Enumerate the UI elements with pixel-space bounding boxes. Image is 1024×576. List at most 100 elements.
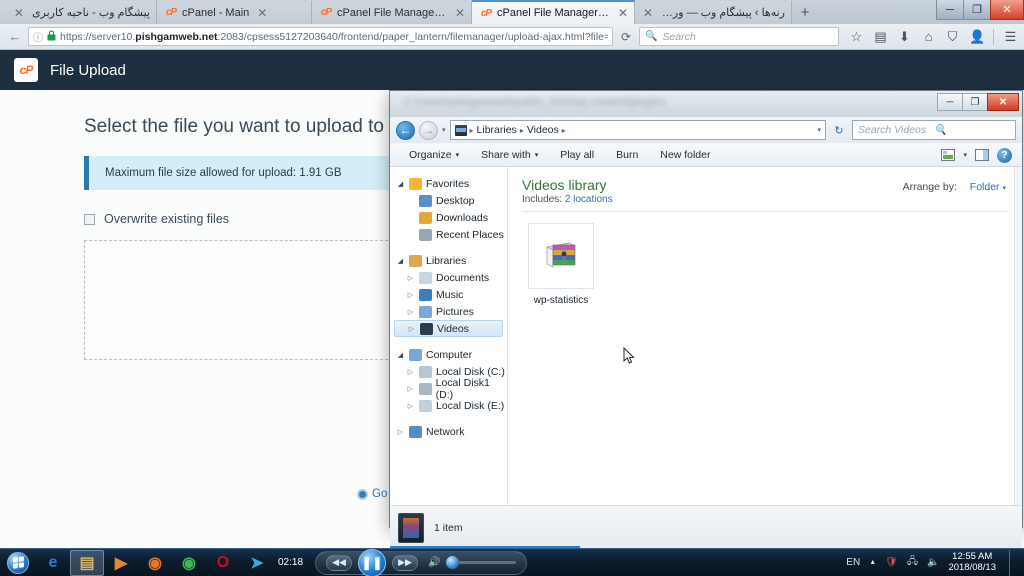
forward-button[interactable]: → (419, 120, 438, 140)
taskbar-media-player-icon[interactable]: ▶ (104, 550, 138, 576)
tree-item-network[interactable]: ▷ Network (394, 423, 507, 440)
taskbar-internet-explorer-icon[interactable]: e (36, 550, 70, 576)
library-icon[interactable]: ▤ (873, 29, 888, 45)
includes-locations-link[interactable]: 2 locations (565, 194, 613, 205)
taskbar-opera-icon[interactable]: O (206, 550, 240, 576)
new-folder-button[interactable]: New folder (649, 145, 721, 165)
tab-close-icon[interactable]: ✕ (618, 7, 628, 19)
explorer-search-box[interactable]: Search Videos 🔍 (852, 120, 1016, 140)
browser-tab-0[interactable]: پیشگام وب - ناحیه کاربری ✕ (0, 1, 157, 24)
file-list-item[interactable]: wp-statistics (528, 223, 594, 306)
file-list-scrollbar[interactable] (1014, 167, 1022, 505)
browser-tab-4[interactable]: رنه‌ها › پیشگام وب — وردپرس فارسی ✕ (635, 1, 792, 24)
sync-account-icon[interactable]: 👤 (969, 29, 985, 45)
tab-close-icon[interactable]: ✕ (455, 7, 465, 19)
volume-slider-knob[interactable] (446, 556, 460, 569)
back-button[interactable]: ← (6, 28, 24, 46)
minimize-button[interactable]: ─ (936, 0, 964, 20)
close-button[interactable]: ✕ (990, 0, 1024, 20)
browser-search-box[interactable]: 🔍 Search (639, 27, 839, 46)
taskbar-chrome-icon[interactable]: ◉ (172, 550, 206, 576)
previous-track-button[interactable]: ◀◀ (326, 554, 353, 571)
play-pause-button[interactable]: ❚❚ (358, 548, 387, 576)
tab-close-icon[interactable]: ✕ (14, 7, 24, 19)
show-hidden-icons-chevron[interactable]: ▲ (869, 559, 876, 566)
history-dropdown-icon[interactable]: ▾ (442, 126, 446, 134)
pocket-icon[interactable]: ⛉ (945, 29, 960, 45)
antivirus-icon[interactable]: 🛡 (885, 557, 898, 568)
tree-expand-icon[interactable]: ◢ (396, 351, 405, 359)
change-view-icon[interactable] (939, 147, 957, 163)
explorer-navigation-pane[interactable]: ◢ Favorites Desktop Downloads Recent Places ◢… (390, 167, 508, 505)
tree-item-favorites[interactable]: ◢ Favorites (394, 175, 507, 192)
tree-expand-icon[interactable]: ◢ (396, 180, 405, 188)
tree-item-local-disk-e[interactable]: ▷ Local Disk (E:) (394, 397, 507, 414)
tree-item-documents[interactable]: ▷ Documents (394, 269, 507, 286)
tree-expand-icon[interactable]: ▷ (406, 385, 415, 393)
tree-expand-icon[interactable]: ▷ (406, 291, 415, 299)
browser-tab-3-active[interactable]: cP cPanel File Manager v3 - File ✕ (472, 0, 635, 24)
breadcrumb-videos[interactable]: Videos (527, 124, 559, 136)
tree-item-pictures[interactable]: ▷ Pictures (394, 303, 507, 320)
address-dropdown-icon[interactable]: ▾ (817, 126, 821, 134)
site-info-icon[interactable]: ⓘ (33, 29, 43, 44)
close-button[interactable]: ✕ (987, 93, 1019, 111)
overwrite-checkbox[interactable] (84, 213, 95, 225)
tree-item-computer[interactable]: ◢ Computer (394, 346, 507, 363)
volume-icon[interactable]: 🔊 (428, 557, 440, 568)
reload-icon[interactable]: ⟳ (617, 28, 635, 46)
tree-item-downloads[interactable]: Downloads (394, 209, 507, 226)
tray-clock[interactable]: 12:55 AM 2018/08/13 (948, 551, 996, 574)
play-all-button[interactable]: Play all (549, 145, 605, 165)
next-track-button[interactable]: ▶▶ (392, 554, 419, 571)
volume-icon[interactable]: 🔈 (927, 557, 939, 568)
go-back-link[interactable]: Go (357, 488, 387, 500)
share-with-button[interactable]: Share with ▾ (470, 145, 549, 165)
tree-expand-icon[interactable]: ▷ (406, 274, 415, 282)
tab-close-icon[interactable]: ✕ (257, 7, 267, 19)
language-indicator[interactable]: EN (846, 557, 860, 568)
home-icon[interactable]: ⌂ (921, 29, 936, 44)
tree-item-recent-places[interactable]: Recent Places (394, 226, 507, 243)
start-button[interactable] (0, 550, 36, 576)
tree-item-desktop[interactable]: Desktop (394, 192, 507, 209)
explorer-title-bar[interactable]: C:\Users\pishgamweb\public_html\wp-conte… (390, 91, 1022, 117)
network-icon[interactable]: 🖧 (907, 554, 918, 571)
explorer-file-list-pane[interactable]: Videos library Includes: 2 locations Arr… (508, 167, 1022, 505)
maximize-button[interactable]: ❐ (962, 93, 988, 111)
back-button[interactable]: ← (396, 120, 415, 140)
taskbar-telegram-icon[interactable]: ➤ (240, 550, 274, 576)
tree-item-libraries[interactable]: ◢ Libraries (394, 252, 507, 269)
tree-item-music[interactable]: ▷ Music (394, 286, 507, 303)
arrange-by-value[interactable]: Folder (970, 181, 1000, 193)
url-bar[interactable]: ⓘ https://server10.pishgamweb.net:2083/c… (28, 27, 613, 46)
view-dropdown-icon[interactable]: ▾ (963, 151, 967, 159)
downloads-icon[interactable]: ⬇ (897, 29, 912, 45)
tree-expand-icon[interactable]: ◢ (396, 257, 405, 265)
show-desktop-button[interactable] (1009, 549, 1018, 576)
organize-button[interactable]: Organize ▾ (398, 145, 470, 165)
help-icon[interactable]: ? (997, 147, 1012, 163)
arrange-by-control[interactable]: Arrange by: Folder ▾ (903, 181, 1006, 193)
tab-close-icon[interactable]: ✕ (643, 7, 653, 19)
tree-expand-icon[interactable]: ▷ (406, 402, 415, 410)
browser-tab-1[interactable]: cP cPanel - Main ✕ (157, 1, 312, 24)
preview-pane-icon[interactable] (973, 147, 991, 163)
taskbar-firefox-icon[interactable]: ◉ (138, 550, 172, 576)
tree-expand-icon[interactable]: ▷ (396, 428, 405, 436)
burn-button[interactable]: Burn (605, 145, 649, 165)
maximize-button[interactable]: ❐ (963, 0, 991, 20)
star-icon[interactable]: ☆ (849, 29, 864, 45)
browser-tab-2[interactable]: cP cPanel File Manager v3 ✕ (312, 1, 472, 24)
volume-slider[interactable] (446, 556, 517, 569)
tree-expand-icon[interactable]: ▷ (407, 325, 416, 333)
address-breadcrumb-bar[interactable]: ▸ Libraries ▸ Videos ▸ ▾ (449, 120, 826, 140)
taskbar-windows-explorer-icon[interactable]: ▤ (70, 549, 104, 576)
tree-item-local-disk1-d[interactable]: ▷ Local Disk1 (D:) (394, 377, 507, 401)
tree-expand-icon[interactable]: ▷ (406, 368, 415, 376)
minimize-button[interactable]: ─ (937, 93, 963, 111)
new-tab-button[interactable]: + (792, 1, 818, 24)
menu-icon[interactable]: ☰ (1003, 29, 1018, 45)
refresh-icon[interactable]: ↻ (830, 121, 848, 139)
breadcrumb-libraries[interactable]: Libraries (477, 124, 517, 136)
